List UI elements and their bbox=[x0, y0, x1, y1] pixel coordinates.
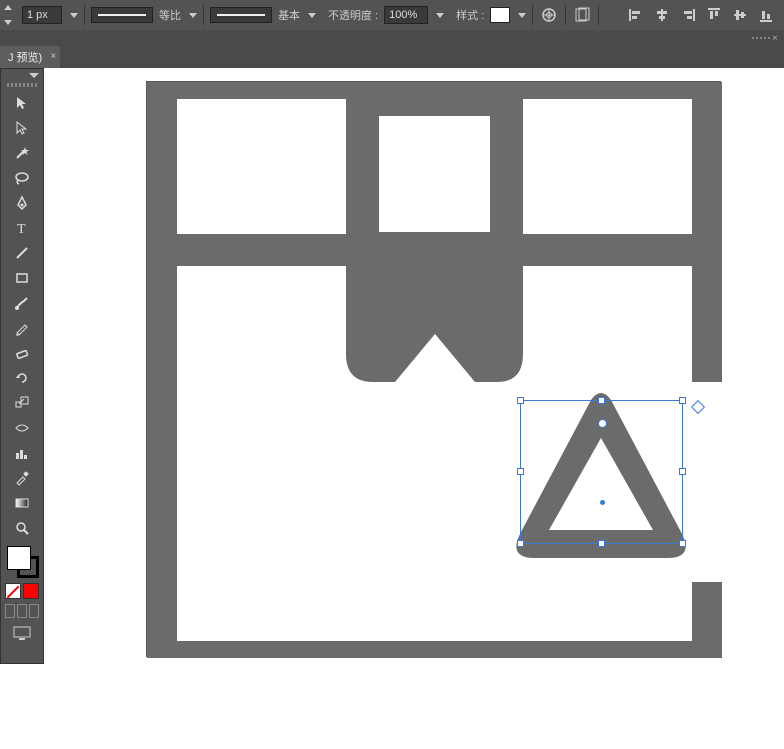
resize-handle-s[interactable] bbox=[598, 540, 605, 547]
align-bottom-icon[interactable] bbox=[756, 5, 776, 25]
none-color-icon[interactable] bbox=[5, 583, 21, 599]
opacity-input[interactable] bbox=[384, 6, 428, 24]
divider bbox=[598, 5, 599, 25]
align-left-icon[interactable] bbox=[626, 5, 646, 25]
graphic-style-swatch[interactable] bbox=[490, 7, 510, 23]
eyedropper-tool[interactable] bbox=[8, 467, 36, 489]
document-setup-icon[interactable] bbox=[572, 5, 592, 25]
magic-wand-tool[interactable] bbox=[8, 142, 36, 164]
default-colors-row bbox=[5, 583, 39, 599]
scale-tool[interactable] bbox=[8, 392, 36, 414]
column-graph-tool[interactable] bbox=[8, 442, 36, 464]
fill-stroke-control[interactable] bbox=[5, 544, 39, 578]
style-label: 样式 : bbox=[456, 7, 484, 23]
document-tab-label: J 预览) bbox=[8, 49, 42, 65]
artwork-svg bbox=[147, 82, 722, 658]
resize-handle-se[interactable] bbox=[679, 540, 686, 547]
resize-handle-ne[interactable] bbox=[679, 397, 686, 404]
options-bar: 等比 基本 不透明度 : 样式 : bbox=[0, 0, 784, 30]
panel-handle[interactable]: × bbox=[752, 32, 780, 44]
profile-label: 等比 bbox=[159, 7, 181, 23]
resize-handle-e[interactable] bbox=[679, 468, 686, 475]
align-top-icon[interactable] bbox=[704, 5, 724, 25]
document-tab[interactable]: J 预览) × bbox=[0, 46, 60, 68]
rotate-tool[interactable] bbox=[8, 367, 36, 389]
paintbrush-tool[interactable] bbox=[8, 292, 36, 314]
line-segment-tool[interactable] bbox=[8, 242, 36, 264]
document-tabstrip: × J 预览) × bbox=[0, 30, 784, 68]
divider bbox=[565, 5, 566, 25]
pen-tool[interactable] bbox=[8, 192, 36, 214]
svg-text:T: T bbox=[17, 222, 26, 236]
divider bbox=[84, 5, 85, 25]
zoom-tool[interactable] bbox=[8, 517, 36, 539]
stroke-width-stepper[interactable] bbox=[4, 5, 16, 25]
align-right-icon[interactable] bbox=[678, 5, 698, 25]
chevron-down-icon[interactable] bbox=[4, 20, 12, 25]
resize-handle-sw[interactable] bbox=[517, 540, 524, 547]
screen-mode-icon[interactable] bbox=[8, 623, 36, 643]
opacity-dropdown[interactable] bbox=[436, 13, 444, 18]
fill-color-swatch[interactable] bbox=[7, 546, 31, 570]
rectangle-tool[interactable] bbox=[8, 267, 36, 289]
center-point-icon[interactable] bbox=[600, 500, 605, 505]
close-icon[interactable]: × bbox=[50, 51, 56, 62]
align-center-h-icon[interactable] bbox=[652, 5, 672, 25]
eraser-tool[interactable] bbox=[8, 342, 36, 364]
draw-modes bbox=[5, 604, 39, 618]
variable-width-profile[interactable] bbox=[91, 7, 153, 23]
opacity-label: 不透明度 : bbox=[328, 7, 378, 23]
lasso-tool[interactable] bbox=[8, 167, 36, 189]
resize-handle-n[interactable] bbox=[598, 397, 605, 404]
panel-grip[interactable] bbox=[7, 83, 37, 87]
selection-bounding-box[interactable] bbox=[520, 400, 683, 544]
stroke-width-dropdown[interactable] bbox=[70, 13, 78, 18]
divider bbox=[532, 5, 533, 25]
color-swatch[interactable] bbox=[23, 583, 39, 599]
draw-inside-icon[interactable] bbox=[29, 604, 39, 618]
draw-normal-icon[interactable] bbox=[5, 604, 15, 618]
profile-dropdown[interactable] bbox=[189, 13, 197, 18]
artboard[interactable] bbox=[146, 81, 721, 657]
recolor-artwork-icon[interactable] bbox=[539, 5, 559, 25]
selection-tool[interactable] bbox=[8, 92, 36, 114]
canvas-area[interactable] bbox=[44, 68, 784, 749]
divider bbox=[203, 5, 204, 25]
resize-handle-nw[interactable] bbox=[517, 397, 524, 404]
brush-definition[interactable] bbox=[210, 7, 272, 23]
tools-panel: T bbox=[0, 68, 44, 664]
type-tool[interactable]: T bbox=[8, 217, 36, 239]
width-tool[interactable] bbox=[8, 417, 36, 439]
pencil-tool[interactable] bbox=[8, 317, 36, 339]
gradient-tool[interactable] bbox=[8, 492, 36, 514]
resize-handle-w[interactable] bbox=[517, 468, 524, 475]
draw-behind-icon[interactable] bbox=[17, 604, 27, 618]
align-middle-icon[interactable] bbox=[730, 5, 750, 25]
align-buttons-group bbox=[626, 5, 780, 25]
stroke-width-input[interactable] bbox=[22, 6, 62, 24]
style-dropdown[interactable] bbox=[518, 13, 526, 18]
brush-label: 基本 bbox=[278, 7, 300, 23]
registration-point-icon[interactable] bbox=[598, 419, 607, 428]
chevron-up-icon[interactable] bbox=[4, 5, 12, 10]
brush-dropdown[interactable] bbox=[308, 13, 316, 18]
direct-selection-tool[interactable] bbox=[8, 117, 36, 139]
collapse-icon[interactable] bbox=[29, 73, 39, 78]
